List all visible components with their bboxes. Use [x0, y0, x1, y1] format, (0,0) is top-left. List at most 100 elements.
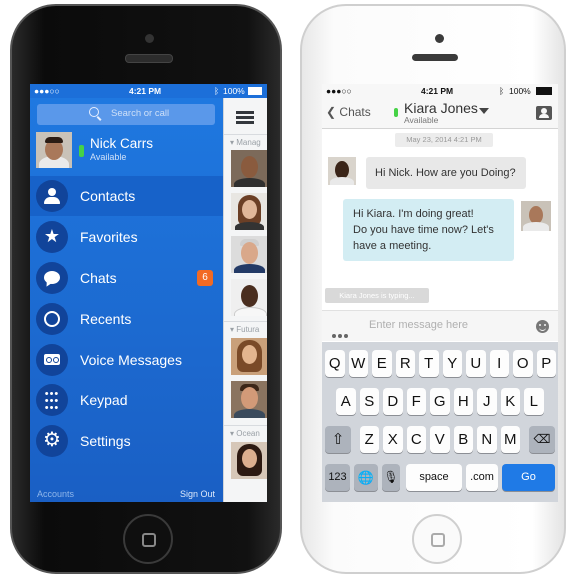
key-c[interactable]: C [406, 426, 426, 453]
space-key[interactable]: space [406, 464, 462, 491]
key-r[interactable]: R [395, 350, 415, 377]
person-icon [36, 180, 68, 212]
unread-badge: 6 [197, 270, 213, 286]
gear-icon: ⚙ [36, 425, 68, 457]
avatar[interactable] [36, 132, 72, 168]
home-button[interactable] [412, 514, 462, 564]
contact-card-icon[interactable] [536, 106, 552, 120]
contact-name[interactable]: Kiara Jones [404, 100, 478, 116]
key-z[interactable]: Z [359, 426, 379, 453]
key-x[interactable]: X [383, 426, 403, 453]
menu-label: Voice Messages [80, 352, 182, 368]
key-g[interactable]: G [430, 388, 450, 415]
menu-label: Favorites [80, 229, 138, 245]
key-y[interactable]: Y [442, 350, 462, 377]
contact-thumbnail[interactable] [231, 193, 267, 230]
menu-item-favorites[interactable]: ★ Favorites [30, 217, 223, 257]
sign-out-button[interactable]: Sign Out [180, 489, 215, 499]
key-q[interactable]: Q [325, 350, 345, 377]
accounts-link[interactable]: Accounts [37, 489, 74, 499]
contact-thumbnail[interactable] [231, 279, 267, 316]
numbers-key[interactable]: 123 [325, 464, 350, 491]
chat-bubble-icon [36, 262, 68, 294]
message-line: Hi Kiara. I'm doing great! [353, 208, 474, 220]
key-u[interactable]: U [466, 350, 486, 377]
home-square-icon [142, 533, 156, 547]
key-p[interactable]: P [536, 350, 556, 377]
drawer-footer: Accounts Sign Out [30, 484, 223, 502]
front-camera [435, 34, 444, 43]
backspace-icon: ⌫ [533, 432, 551, 446]
clock-icon [36, 303, 68, 335]
key-m[interactable]: M [500, 426, 520, 453]
battery-icon [248, 87, 262, 95]
key-b[interactable]: B [453, 426, 473, 453]
contact-thumbnail[interactable] [231, 150, 267, 187]
message-input[interactable]: Enter message here [369, 319, 468, 331]
key-n[interactable]: N [477, 426, 497, 453]
key-e[interactable]: E [372, 350, 392, 377]
outgoing-message: Hi Kiara. I'm doing great! Do you have t… [343, 199, 514, 261]
voicemail-icon [36, 344, 68, 376]
go-button[interactable]: Go [502, 464, 555, 491]
key-i[interactable]: I [489, 350, 509, 377]
contact-thumbnail[interactable] [231, 338, 267, 375]
key-t[interactable]: T [419, 350, 439, 377]
shift-icon: ⇧ [331, 431, 345, 448]
microphone-key[interactable]: 🎙 [382, 464, 400, 491]
key-h[interactable]: H [453, 388, 473, 415]
presence-indicator [79, 145, 84, 157]
key-j[interactable]: J [477, 388, 497, 415]
backspace-key[interactable]: ⌫ [529, 426, 555, 453]
status-bar: ●●●○○ 4:21 PM ᛒ 100% [30, 84, 267, 98]
avatar [328, 157, 356, 185]
more-options-icon[interactable] [332, 325, 350, 343]
contact-list-pane: ▾ Manag ▾ Futura ▾ Ocean [223, 98, 267, 502]
contact-thumbnail[interactable] [231, 442, 267, 479]
search-icon [89, 107, 99, 117]
globe-key[interactable]: 🌐 [354, 464, 378, 491]
key-a[interactable]: A [336, 388, 356, 415]
key-f[interactable]: F [406, 388, 426, 415]
profile-status: Available [90, 152, 127, 162]
menu-item-settings[interactable]: ⚙ Settings [30, 421, 223, 461]
key-o[interactable]: O [513, 350, 533, 377]
contact-thumbnail[interactable] [231, 381, 267, 418]
key-d[interactable]: D [383, 388, 403, 415]
globe-icon: 🌐 [357, 470, 375, 485]
menu-label: Contacts [80, 188, 136, 204]
menu-item-chats[interactable]: Chats 6 [30, 258, 223, 298]
chevron-left-icon: ❮ [326, 105, 337, 119]
back-button[interactable]: ❮ Chats [326, 105, 371, 119]
dotcom-key[interactable]: .com [466, 464, 498, 491]
menu-item-recents[interactable]: Recents [30, 299, 223, 339]
section-header: ▾ Manag [230, 138, 261, 147]
menu-item-keypad[interactable]: ••• ••• ••• Keypad [30, 380, 223, 420]
menu-item-contacts[interactable]: Contacts [30, 176, 223, 216]
key-w[interactable]: W [348, 350, 368, 377]
emoji-icon[interactable] [536, 320, 549, 333]
key-v[interactable]: V [430, 426, 450, 453]
earpiece-speaker [125, 54, 173, 63]
home-square-icon [431, 533, 445, 547]
message-line: Do you have time now? Let's [353, 224, 494, 236]
menu-item-voice-messages[interactable]: Voice Messages [30, 340, 223, 380]
home-button[interactable] [123, 514, 173, 564]
status-time: 4:21 PM [421, 86, 454, 96]
shift-key[interactable]: ⇧ [325, 426, 351, 453]
search-input[interactable]: Search or call [37, 104, 215, 125]
menu-label: Keypad [80, 392, 128, 408]
status-bar: ●●●○○ 4:21 PM ᛒ 100% [322, 84, 558, 98]
key-l[interactable]: L [524, 388, 544, 415]
incoming-message: Hi Nick. How are you Doing? [366, 157, 526, 189]
contact-thumbnail[interactable] [231, 236, 267, 273]
signal-indicator: ●●●○○ [326, 86, 352, 96]
key-s[interactable]: S [359, 388, 379, 415]
message-input-bar: Enter message here [322, 310, 558, 341]
navigation-drawer: Search or call Nick Carrs Available Cont… [30, 98, 223, 502]
key-k[interactable]: K [500, 388, 520, 415]
chevron-down-icon[interactable] [479, 108, 489, 114]
signal-indicator: ●●●○○ [34, 86, 60, 96]
battery-icon [536, 87, 552, 95]
contact-status: Available [404, 115, 439, 125]
